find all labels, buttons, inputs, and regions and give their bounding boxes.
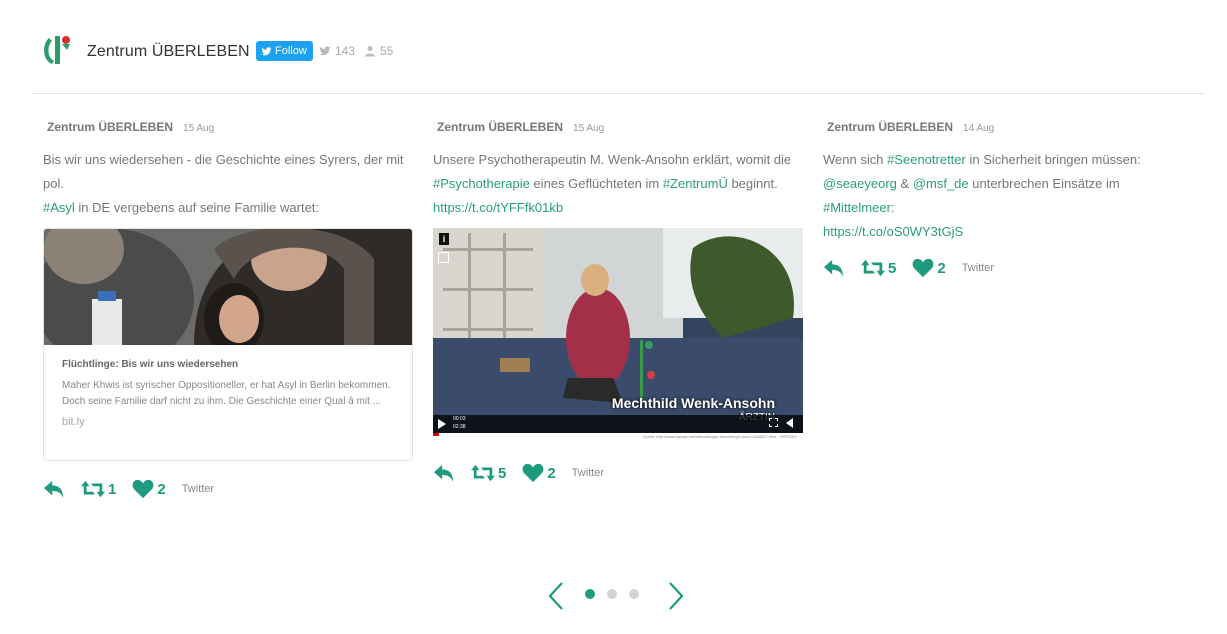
account-name[interactable]: Zentrum ÜBERLEBEN: [87, 43, 250, 61]
retweet-button[interactable]: 1: [81, 480, 116, 498]
volume-icon[interactable]: [786, 418, 793, 428]
chevron-right-icon[interactable]: [666, 581, 686, 611]
pager-dot-1[interactable]: [585, 589, 595, 599]
user-icon: [365, 46, 375, 57]
follow-label: Follow: [275, 45, 307, 57]
hashtag-link[interactable]: #Seenotretter: [887, 152, 966, 167]
tweet-source[interactable]: Twitter: [962, 262, 994, 274]
pager-dot-2[interactable]: [607, 589, 617, 599]
tweet-text-segment: Wenn sich: [823, 152, 888, 167]
retweet-count: 5: [888, 259, 897, 277]
retweet-icon: [81, 480, 105, 498]
tweet-text: Bis wir uns wiedersehen - die Geschichte…: [43, 148, 413, 220]
tweet-text-segment: in DE vergebens auf seine Familie wartet…: [74, 200, 320, 215]
tweet-text-segment: :: [890, 200, 895, 215]
link-preview-card[interactable]: Flüchtlinge: Bis wir uns wiedersehen Mah…: [43, 228, 413, 461]
reply-button[interactable]: [43, 479, 65, 499]
carousel-pager: [540, 578, 690, 612]
reply-button[interactable]: [823, 258, 845, 278]
hashtag-link[interactable]: #Asyl: [43, 200, 75, 215]
video-time-total: 02:38: [453, 424, 466, 430]
retweet-button[interactable]: 5: [471, 464, 506, 482]
tweet-card: Zentrum ÜBERLEBEN 15 Aug Unsere Psychoth…: [433, 120, 803, 483]
pager-dot-3[interactable]: [629, 589, 639, 599]
retweet-count: 5: [498, 464, 507, 482]
follow-button[interactable]: Follow: [256, 41, 313, 61]
tweet-author[interactable]: Zentrum ÜBERLEBEN: [47, 120, 173, 134]
tweet-url-link[interactable]: https://t.co/oS0WY3tGjS: [823, 224, 963, 239]
tweet-card: Zentrum ÜBERLEBEN 15 Aug Bis wir uns wie…: [43, 120, 413, 499]
hashtag-link[interactable]: #Psychotherapie: [433, 176, 530, 191]
like-count: 2: [157, 480, 166, 498]
retweet-button[interactable]: 5: [861, 259, 896, 277]
tweet-actions: 5 2 Twitter: [823, 258, 1193, 278]
tweet-date[interactable]: 14 Aug: [963, 123, 994, 134]
widget-header: Zentrum ÜBERLEBEN Follow 143 55: [32, 22, 1204, 94]
tweets-count: 143: [335, 44, 356, 58]
tweet-text: Wenn sich #Seenotretter in Sicherheit br…: [823, 148, 1193, 244]
retweet-count: 1: [108, 480, 117, 498]
reply-button[interactable]: [433, 463, 455, 483]
tweet-text-segment: &: [896, 176, 913, 191]
like-button[interactable]: 2: [522, 463, 556, 483]
retweet-icon: [471, 464, 495, 482]
info-icon[interactable]: i: [439, 233, 449, 245]
reply-icon: [434, 464, 454, 483]
play-icon[interactable]: [438, 419, 446, 429]
tweet-text-segment: Unsere Psychotherapeutin M. Wenk-Ansohn …: [433, 152, 792, 167]
video-caption-name: Mechthild Wenk-Ansohn: [611, 395, 775, 411]
like-count: 2: [547, 464, 556, 482]
hashtag-link[interactable]: #Mittelmeer: [823, 200, 891, 215]
tweet-date[interactable]: 15 Aug: [573, 123, 604, 134]
video-player[interactable]: i Mechthild Wenk-Ansohn ÄRZTIN 00:03 02:…: [433, 228, 803, 440]
link-preview-image: [44, 229, 412, 345]
twitter-bird-icon: [261, 46, 272, 55]
external-link-icon[interactable]: [438, 252, 449, 263]
tweet-author[interactable]: Zentrum ÜBERLEBEN: [437, 120, 563, 134]
tweets-count-stat: 143: [319, 44, 355, 58]
video-credit: Quelle: http://www.spiegel.de/video/trau…: [642, 434, 797, 439]
like-button[interactable]: 2: [132, 479, 166, 499]
retweet-icon: [861, 259, 885, 277]
heart-icon: [132, 479, 154, 499]
tweet-source[interactable]: Twitter: [572, 467, 604, 479]
refugee-photo: [44, 229, 412, 345]
fullscreen-icon[interactable]: [769, 418, 778, 427]
video-progress[interactable]: [433, 433, 439, 436]
video-controls: [433, 415, 803, 433]
link-preview-title: Flüchtlinge: Bis wir uns wiedersehen: [62, 359, 239, 370]
tweet-actions: 1 2 Twitter: [43, 479, 413, 499]
reply-icon: [44, 480, 64, 499]
twitter-bird-icon: [319, 46, 331, 56]
chevron-left-icon[interactable]: [546, 581, 566, 611]
tweet-text: Unsere Psychotherapeutin M. Wenk-Ansohn …: [433, 148, 803, 220]
mention-link[interactable]: @seaeyeorg: [823, 176, 897, 191]
zentrum-logo[interactable]: [40, 30, 74, 68]
heart-icon: [522, 463, 544, 483]
heart-icon: [912, 258, 934, 278]
reply-icon: [824, 259, 844, 278]
tweet-text-segment: beginnt.: [727, 176, 778, 191]
tweet-date[interactable]: 15 Aug: [183, 123, 214, 134]
like-button[interactable]: 2: [912, 258, 946, 278]
like-count: 2: [937, 259, 946, 277]
followers-count: 55: [380, 44, 394, 58]
tweet-source[interactable]: Twitter: [182, 483, 214, 495]
tweet-card: Zentrum ÜBERLEBEN 14 Aug Wenn sich #Seen…: [823, 120, 1193, 278]
tweet-text-segment: in Sicherheit bringen müssen:: [965, 152, 1141, 167]
video-time-elapsed: 00:03: [453, 416, 466, 422]
followers-count-stat: 55: [364, 44, 393, 58]
mention-link[interactable]: @msf_de: [913, 176, 969, 191]
tweet-text-segment: unterbrechen Einsätze im: [968, 176, 1120, 191]
tweet-url-link[interactable]: https://t.co/tYFFfk01kb: [433, 200, 563, 215]
tweet-text-segment: eines Geflüchteten im: [529, 176, 663, 191]
link-preview-domain: bit.ly: [62, 416, 85, 428]
tweet-author[interactable]: Zentrum ÜBERLEBEN: [827, 120, 953, 134]
hashtag-link[interactable]: #ZentrumÜ: [663, 176, 728, 191]
tweet-text-segment: Bis wir uns wiedersehen - die Geschichte…: [43, 152, 404, 191]
link-preview-description: Maher Khwis ist syrischer Oppositionelle…: [62, 380, 391, 407]
tweet-actions: 5 2 Twitter: [433, 463, 803, 483]
